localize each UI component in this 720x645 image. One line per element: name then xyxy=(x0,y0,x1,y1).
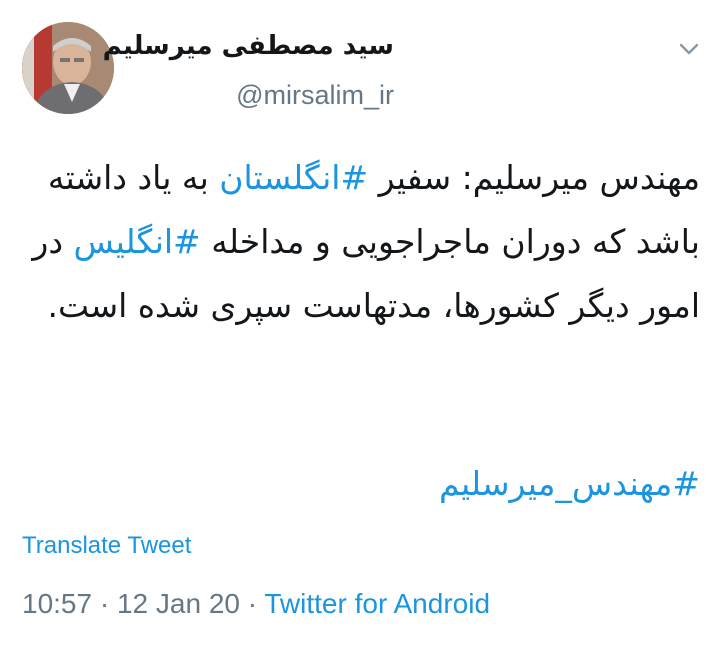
separator: · xyxy=(239,588,265,619)
hashtag-link[interactable]: #انگلیس xyxy=(74,222,201,261)
tweet-metadata: 10:57 · 12 Jan 20 · Twitter for Android xyxy=(22,588,490,620)
hashtag-line: #مهندس_میرسلیم xyxy=(20,452,700,516)
tweet-source-link[interactable]: Twitter for Android xyxy=(264,588,490,619)
hashtag-link[interactable]: #انگلستان xyxy=(219,158,368,197)
hashtag-link[interactable]: #مهندس_میرسلیم xyxy=(439,464,700,503)
avatar[interactable] xyxy=(22,22,114,114)
tweet-date: 12 Jan 20 xyxy=(116,588,240,619)
tweet-header: سید مصطفی میرسلیم @mirsalim_ir xyxy=(0,0,720,130)
tweet-time: 10:57 xyxy=(22,588,93,619)
chevron-down-icon[interactable] xyxy=(676,36,702,62)
author-display-name[interactable]: سید مصطفی میرسلیم xyxy=(103,28,394,64)
tweet-text: مهندس میرسلیم: سفیر #انگلستان به یاد داش… xyxy=(20,146,700,338)
author-handle[interactable]: @mirsalim_ir xyxy=(103,76,394,114)
separator: · xyxy=(92,588,117,619)
tweet-text-segment: مهندس میرسلیم: سفیر xyxy=(368,158,700,197)
author-names: سید مصطفی میرسلیم @mirsalim_ir xyxy=(103,28,394,114)
translate-tweet-link[interactable]: Translate Tweet xyxy=(22,532,191,560)
avatar-image xyxy=(22,22,114,114)
